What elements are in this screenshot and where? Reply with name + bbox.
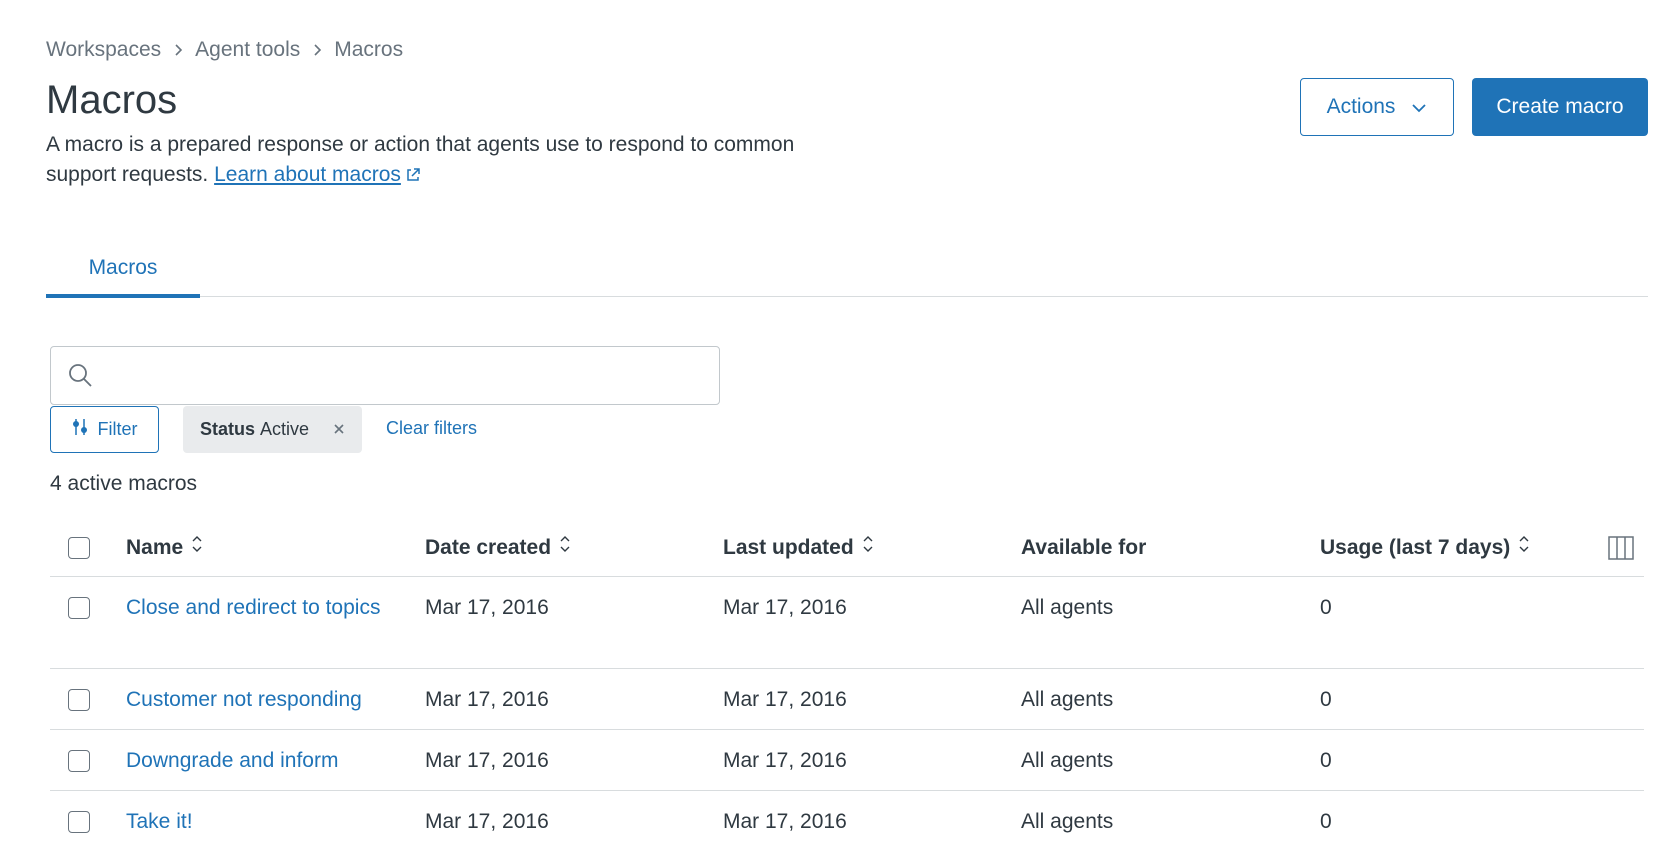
chevron-down-icon	[1411, 95, 1427, 119]
column-header-name[interactable]: Name	[126, 533, 396, 563]
available-for-cell: All agents	[1021, 596, 1114, 619]
close-icon[interactable]	[332, 420, 346, 441]
breadcrumb: Workspaces Agent tools Macros	[46, 38, 403, 62]
actions-dropdown-button[interactable]: Actions	[1300, 78, 1454, 136]
clear-filters-link[interactable]: Clear filters	[386, 418, 477, 439]
chevron-right-icon	[173, 43, 183, 57]
tab-list: Macros	[46, 250, 1648, 298]
chip-value: Active	[260, 419, 310, 439]
chip-key: Status	[200, 419, 256, 439]
actions-label: Actions	[1326, 95, 1396, 118]
column-header-label: Available for	[1021, 536, 1147, 559]
column-header-label: Date created	[425, 536, 552, 559]
usage-cell: 0	[1320, 688, 1332, 711]
page-title: Macros	[46, 78, 178, 122]
last-updated-cell: Mar 17, 2016	[723, 810, 847, 833]
learn-about-macros-link[interactable]: Learn about macros	[214, 163, 401, 186]
page-description: A macro is a prepared response or action…	[46, 130, 846, 192]
chevron-right-icon	[312, 43, 322, 57]
table-header-row: Name Date created Last updated Available…	[50, 520, 1644, 577]
breadcrumb-agent-tools[interactable]: Agent tools	[195, 38, 300, 62]
row-checkbox[interactable]	[68, 750, 90, 772]
search-box[interactable]	[50, 346, 720, 405]
columns-icon[interactable]	[1608, 536, 1634, 565]
active-macros-count: 4 active macros	[50, 472, 198, 495]
learn-link-label: Learn about macros	[214, 163, 401, 186]
usage-cell: 0	[1320, 596, 1332, 619]
sort-icon	[191, 533, 203, 563]
column-header-available-for: Available for	[1021, 533, 1146, 563]
macro-name-link[interactable]: Customer not responding	[126, 685, 396, 715]
date-created-cell: Mar 17, 2016	[425, 810, 549, 833]
sort-icon	[862, 533, 874, 563]
macro-name-link[interactable]: Close and redirect to topics	[126, 593, 396, 623]
sort-icon	[1518, 533, 1530, 563]
sort-icon	[559, 533, 571, 563]
tab-macros[interactable]: Macros	[46, 250, 200, 298]
table-row: Customer not responding Mar 17, 2016 Mar…	[50, 669, 1644, 730]
available-for-cell: All agents	[1021, 688, 1114, 711]
breadcrumb-workspaces[interactable]: Workspaces	[46, 38, 161, 62]
usage-cell: 0	[1320, 749, 1332, 772]
filter-button[interactable]: Filter	[50, 406, 159, 453]
create-macro-button[interactable]: Create macro	[1472, 78, 1648, 136]
select-all-checkbox[interactable]	[68, 537, 90, 559]
filter-label: Filter	[97, 419, 138, 439]
search-input[interactable]	[107, 357, 701, 395]
macro-name-link[interactable]: Take it!	[126, 807, 396, 837]
column-header-label: Usage (last 7 days)	[1320, 536, 1511, 559]
available-for-cell: All agents	[1021, 810, 1114, 833]
table-row: Close and redirect to topics Mar 17, 201…	[50, 577, 1644, 669]
usage-cell: 0	[1320, 810, 1332, 833]
filter-sliders-icon	[72, 418, 88, 441]
date-created-cell: Mar 17, 2016	[425, 749, 549, 772]
last-updated-cell: Mar 17, 2016	[723, 749, 847, 772]
macros-table: Name Date created Last updated Available…	[50, 520, 1644, 851]
available-for-cell: All agents	[1021, 749, 1114, 772]
date-created-cell: Mar 17, 2016	[425, 596, 549, 619]
last-updated-cell: Mar 17, 2016	[723, 596, 847, 619]
breadcrumb-macros: Macros	[334, 38, 404, 61]
status-filter-chip: Status Active	[183, 406, 362, 453]
column-header-date-created[interactable]: Date created	[425, 533, 571, 563]
row-checkbox[interactable]	[68, 689, 90, 711]
row-checkbox[interactable]	[68, 597, 90, 619]
column-header-last-updated[interactable]: Last updated	[723, 533, 874, 563]
column-header-usage[interactable]: Usage (last 7 days)	[1320, 533, 1530, 563]
last-updated-cell: Mar 17, 2016	[723, 688, 847, 711]
date-created-cell: Mar 17, 2016	[425, 688, 549, 711]
search-icon	[67, 362, 93, 393]
column-header-label: Name	[126, 536, 184, 559]
table-row: Downgrade and inform Mar 17, 2016 Mar 17…	[50, 730, 1644, 791]
external-link-icon	[405, 162, 421, 192]
column-header-label: Last updated	[723, 536, 854, 559]
macro-name-link[interactable]: Downgrade and inform	[126, 746, 396, 776]
row-checkbox[interactable]	[68, 811, 90, 833]
table-row: Take it! Mar 17, 2016 Mar 17, 2016 All a…	[50, 791, 1644, 851]
